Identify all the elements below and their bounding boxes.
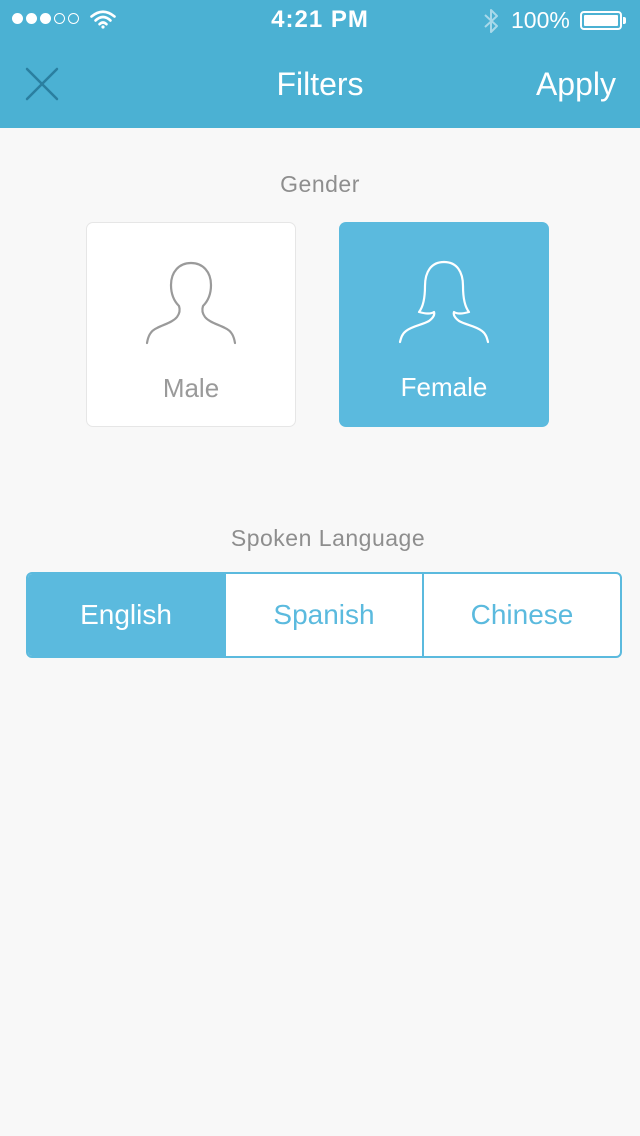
language-segmented-control: English Spanish Chinese (26, 572, 622, 658)
gender-option-label: Male (162, 373, 220, 403)
gender-section-label: Gender (280, 171, 360, 197)
status-bar: 4:21 PM 100% (0, 0, 640, 40)
battery-percentage: 100% (511, 7, 570, 33)
bluetooth-icon (484, 9, 498, 33)
gender-option-male[interactable]: Male (86, 222, 296, 427)
language-option-spanish[interactable]: Spanish (224, 574, 422, 656)
gender-option-label: Female (400, 372, 488, 402)
language-option-english[interactable]: English (28, 574, 224, 656)
female-person-icon (398, 260, 490, 344)
gender-option-female[interactable]: Female (339, 222, 549, 427)
language-section-label: Spoken Language (230, 525, 426, 551)
apply-button[interactable]: Apply (536, 64, 616, 104)
battery-level (584, 15, 618, 26)
navigation-header: 4:21 PM 100% Filters Apply (0, 0, 640, 128)
battery-tip (623, 17, 626, 24)
battery-icon (580, 11, 622, 30)
male-person-icon (145, 261, 237, 345)
language-option-chinese[interactable]: Chinese (422, 574, 620, 656)
